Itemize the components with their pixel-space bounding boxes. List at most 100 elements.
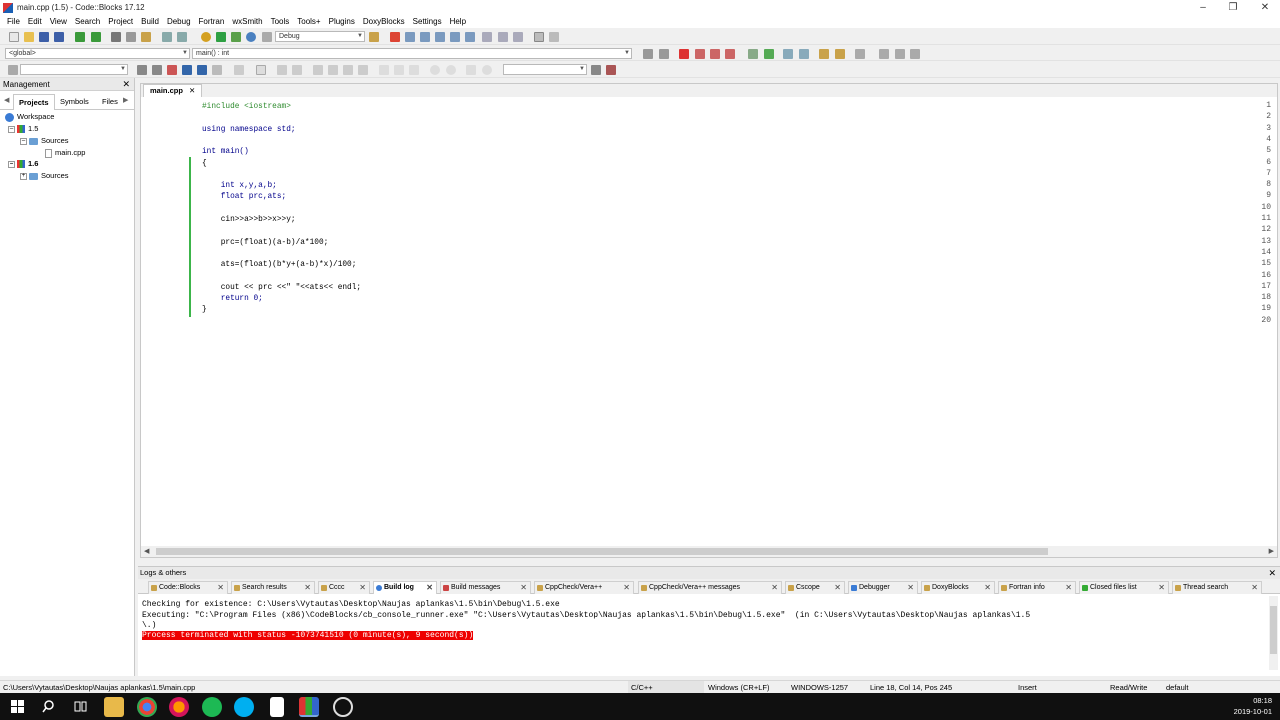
doxy-run-icon[interactable]	[835, 49, 845, 59]
close-tab-icon[interactable]: ✕	[984, 582, 991, 594]
file-explorer-icon[interactable]	[104, 697, 124, 717]
search-prev-icon[interactable]	[137, 65, 147, 75]
task-view-icon[interactable]	[74, 700, 87, 713]
scroll-right-icon[interactable]: ▶	[1269, 547, 1274, 555]
expand-icon[interactable]: +	[20, 172, 27, 180]
step-into-icon[interactable]	[435, 32, 445, 42]
run-icon[interactable]	[216, 32, 226, 42]
prev-bookmark-icon[interactable]	[695, 49, 705, 59]
step-into-instruction-icon[interactable]	[482, 32, 492, 42]
collapse-icon[interactable]: –	[20, 137, 27, 145]
next-instruction-icon[interactable]	[465, 32, 475, 42]
selected-text-icon[interactable]	[182, 65, 192, 75]
comment-icon[interactable]	[783, 49, 793, 59]
tab-fortran-info[interactable]: Fortran info ✕	[998, 581, 1076, 594]
close-button[interactable]: ✕	[1250, 0, 1280, 15]
highlight-icon[interactable]	[748, 49, 758, 59]
code-editor[interactable]: main.cpp ✕ ◀ ▶ 1 #include <iostream> 2 3 usi…	[140, 83, 1278, 558]
cut-icon[interactable]	[111, 32, 121, 42]
chevron-right-icon[interactable]: ▶	[123, 96, 128, 104]
shape-6-icon[interactable]	[394, 65, 404, 75]
menu-view[interactable]: View	[46, 17, 71, 26]
paste-icon[interactable]	[141, 32, 151, 42]
save-all-icon[interactable]	[54, 32, 64, 42]
tab-cppcheck-vera-messages[interactable]: CppCheck/Vera++ messages ✕	[638, 581, 782, 594]
close-icon[interactable]: ✕	[122, 78, 130, 91]
pause-icon[interactable]	[498, 32, 508, 42]
step-out-icon[interactable]	[450, 32, 460, 42]
wand-icon[interactable]	[855, 49, 865, 59]
run-to-cursor-icon[interactable]	[405, 32, 415, 42]
match-icon[interactable]	[764, 49, 774, 59]
stop-debug-icon[interactable]	[513, 32, 523, 42]
tab-build-log[interactable]: Build log ✕	[373, 581, 437, 594]
close-tab-icon[interactable]: ✕	[1065, 582, 1072, 594]
spotify-icon[interactable]	[202, 697, 222, 717]
close-tab-icon[interactable]: ✕	[304, 582, 311, 594]
new-file-icon[interactable]	[9, 32, 19, 42]
menu-project[interactable]: Project	[104, 17, 137, 26]
debug-windows-icon[interactable]	[534, 32, 544, 42]
find-icon[interactable]	[162, 32, 172, 42]
tab-cscope[interactable]: Cscope ✕	[785, 581, 845, 594]
build-run-icon[interactable]	[231, 32, 241, 42]
shape-2-icon[interactable]	[328, 65, 338, 75]
editor-tab-main-cpp[interactable]: main.cpp ✕	[143, 84, 203, 97]
menu-fortran[interactable]: Fortran	[195, 17, 229, 26]
minimize-button[interactable]: –	[1188, 0, 1218, 15]
notepad-icon[interactable]	[270, 697, 284, 717]
close-tab-icon[interactable]: ✕	[189, 86, 195, 95]
align-2-icon[interactable]	[292, 65, 302, 75]
symbol-select[interactable]: ▼	[503, 64, 587, 75]
doxy-config-icon[interactable]	[819, 49, 829, 59]
align-icon[interactable]	[277, 65, 287, 75]
build-log-output[interactable]: Checking for existence: C:\Users\Vytauta…	[138, 594, 1280, 674]
tab-doxyblocks[interactable]: DoxyBlocks ✕	[921, 581, 995, 594]
save-icon[interactable]	[39, 32, 49, 42]
close-tab-icon[interactable]: ✕	[1158, 582, 1165, 594]
debug-info-icon[interactable]	[549, 32, 559, 42]
jump-forward-icon[interactable]	[659, 49, 669, 59]
undo-icon[interactable]	[75, 32, 85, 42]
shape-4-icon[interactable]	[358, 65, 368, 75]
tree-workspace[interactable]: Workspace	[5, 111, 54, 122]
s-icon[interactable]	[466, 65, 476, 75]
tab-projects[interactable]: Projects	[13, 94, 55, 110]
redo-icon[interactable]	[91, 32, 101, 42]
menu-file[interactable]: File	[3, 17, 24, 26]
menu-tools-plus[interactable]: Tools+	[293, 17, 324, 26]
abort-icon[interactable]	[262, 32, 272, 42]
search-glass-icon[interactable]	[591, 65, 601, 75]
debug-start-icon[interactable]	[390, 32, 400, 42]
tree-sources-2[interactable]: + Sources	[20, 170, 69, 181]
next-bookmark-icon[interactable]	[710, 49, 720, 59]
scroll-left-icon[interactable]: ◀	[144, 547, 149, 555]
tab-build-messages[interactable]: Build messages ✕	[440, 581, 531, 594]
tab-cccc[interactable]: Cccc ✕	[318, 581, 370, 594]
nav-back-icon[interactable]	[879, 49, 889, 59]
tree-project-1-6[interactable]: –1.6	[8, 158, 38, 169]
close-tab-icon[interactable]: ✕	[426, 582, 433, 594]
shape-1-icon[interactable]	[313, 65, 323, 75]
shape-3-icon[interactable]	[343, 65, 353, 75]
menu-wxsmith[interactable]: wxSmith	[228, 17, 266, 26]
quick-search-input[interactable]: ▼	[20, 64, 128, 75]
collapse-icon[interactable]: –	[8, 125, 15, 133]
tab-thread-search[interactable]: Thread search ✕	[1172, 581, 1262, 594]
menu-search[interactable]: Search	[71, 17, 104, 26]
menu-build[interactable]: Build	[137, 17, 163, 26]
menu-doxyblocks[interactable]: DoxyBlocks	[359, 17, 409, 26]
close-tab-icon[interactable]: ✕	[834, 582, 841, 594]
menu-edit[interactable]: Edit	[24, 17, 46, 26]
scroll-thumb[interactable]	[1270, 606, 1277, 654]
tab-debugger[interactable]: Debugger ✕	[848, 581, 918, 594]
app-gear-icon[interactable]	[333, 697, 353, 717]
tree-sources-1[interactable]: – Sources	[20, 135, 69, 146]
search-next-icon[interactable]	[152, 65, 162, 75]
build-target-select[interactable]: Debug ▼	[275, 31, 365, 42]
select-cursor-icon[interactable]	[234, 65, 244, 75]
close-tab-icon[interactable]: ✕	[520, 582, 527, 594]
vertical-scrollbar[interactable]	[1269, 596, 1278, 670]
nav-forward-icon[interactable]	[910, 49, 920, 59]
search-icon[interactable]	[42, 700, 55, 713]
